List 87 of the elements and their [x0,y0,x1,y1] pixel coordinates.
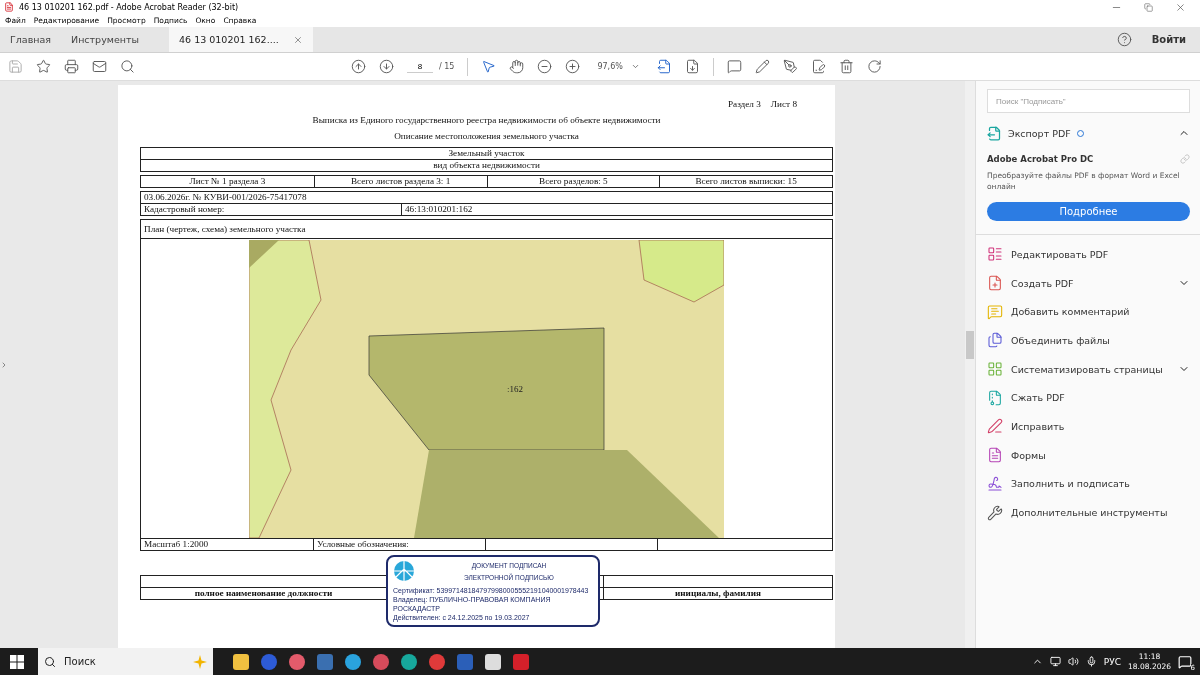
sparkle-icon [193,654,207,669]
learn-more-button[interactable]: Подробнее [987,202,1190,221]
tool-icon [987,332,1003,349]
table-cell: инициалы, фамилия [603,588,832,599]
mail-icon[interactable] [92,59,107,74]
tool-item[interactable]: Объединить файлы [987,326,1190,355]
document-title: Выписка из Единого государственного реестра недвижимости об объекте недвижимости [311,115,662,125]
tool-icon [987,246,1003,263]
tool-item[interactable]: Формы [987,440,1190,470]
tool-item[interactable]: Систематизировать страницы [987,354,1190,384]
print-icon[interactable] [64,59,79,74]
tool-icon [987,418,1003,435]
promo-title: Adobe Acrobat Pro DC [987,154,1094,164]
tab[interactable]: 46 13 010201 162.... [169,27,313,52]
pen-tool-icon[interactable] [782,59,798,74]
comment-icon[interactable] [726,59,742,74]
table-cell: Всего разделов: 5 [486,176,660,187]
tool-item[interactable]: Редактировать PDF [987,240,1190,269]
highlight-pen-icon[interactable] [754,59,770,74]
zoom-out-icon[interactable] [537,59,553,74]
taskbar-search-field[interactable]: Поиск [38,648,213,675]
close-icon[interactable] [1175,1,1186,13]
table-cell: Условные обозначения: [313,539,485,550]
expand-left-icon[interactable] [0,360,8,369]
zoom-in-icon[interactable] [565,59,581,74]
hand-icon[interactable] [509,59,525,74]
tab[interactable]: Главная [0,27,62,52]
tool-icon [987,475,1003,492]
page-total: / 15 [439,62,455,71]
help-icon[interactable] [1116,32,1132,47]
bookmark-star-icon[interactable] [36,59,51,74]
search-field[interactable]: Поиск "Подписать" [987,89,1190,113]
tab[interactable]: Инструменты [61,27,150,52]
parcel-label: :162 [507,384,523,394]
page-label: Лист 8 [770,99,797,109]
tool-item[interactable]: Сжать PDF [987,383,1190,413]
scroll-mode-icon[interactable] [684,59,700,74]
tool-icon [987,303,1003,320]
pdf-icon [4,2,14,12]
plan-title: План (чертеж, схема) земельного участка [141,220,832,239]
microphone-icon[interactable] [1085,656,1097,667]
tool-icon [987,389,1003,406]
export-file-icon [987,125,1002,141]
export-pdf-item[interactable]: Экспорт PDF [987,118,1190,148]
table-cell-text: вид объекта недвижимости [432,160,541,171]
page-label: Раздел 3 [727,99,761,109]
volume-icon[interactable] [1067,656,1079,667]
tool-item[interactable]: Дополнительные инструменты [987,498,1190,527]
table-cell-text: Кадастровый номер: [143,204,226,215]
document-subtitle: Описание местоположения земельного участка [393,131,580,141]
tool-item[interactable]: Заполнить и подписать [987,469,1190,499]
search-icon [44,655,56,668]
tool-item[interactable]: Добавить комментарий [987,297,1190,327]
tool-item[interactable]: Исправить [987,412,1190,441]
sign-document-icon[interactable] [810,59,826,74]
window-title: 46 13 010201 162.pdf - Adobe Acrobat Reader (32-bit) [19,2,239,12]
page-number-field[interactable]: 8 [407,60,433,73]
tool-item[interactable]: Создать PDF [987,268,1190,298]
start-icon[interactable] [10,654,24,669]
scrollbar[interactable] [965,81,975,648]
caret-icon [630,62,640,71]
app-icon[interactable] [289,653,305,670]
tool-icon [987,504,1003,521]
zoom-dropdown[interactable]: 97,6% [593,60,644,73]
table-cell-text: Лист № 1 раздела 3 [188,176,267,187]
close-icon[interactable] [292,34,303,45]
table-cell-text: Земельный участок [447,148,526,159]
search-icon[interactable] [120,59,135,74]
table-cell-text: 03.06.2026г. № КУВИ-001/2026-75417078 [143,192,308,203]
select-pointer-icon[interactable] [481,59,497,74]
table-cell: 46:13:010201:162 [401,204,832,215]
table-cell-text: Масштаб 1:2000 [143,539,210,550]
previous-page-icon[interactable] [351,59,366,74]
app-icon[interactable] [429,653,445,670]
rotate-icon[interactable] [866,59,882,74]
tool-icon [987,275,1003,292]
trash-icon[interactable] [838,59,854,74]
table-cell: Всего листов раздела 3: 1 [313,176,487,187]
tool-icon [987,361,1003,378]
table-cell-text: полное наименование должности [193,588,334,599]
tool-icon [987,447,1003,464]
table-cell: Всего листов выписки: 15 [659,176,832,187]
app-icon[interactable] [373,653,389,670]
language-indicator[interactable]: РУС [1103,656,1122,667]
next-page-icon[interactable] [379,59,394,74]
app-icon[interactable] [401,653,417,670]
login-button[interactable]: Войти [1151,34,1186,45]
